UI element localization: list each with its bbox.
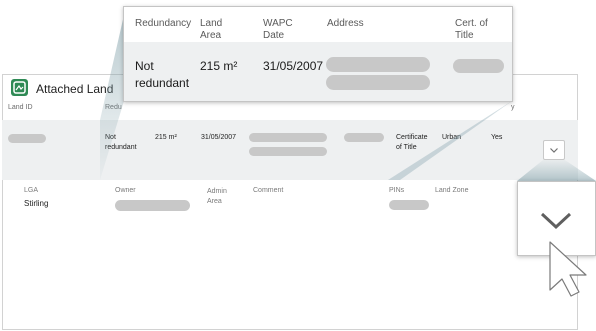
popup-header-land-area: Land Area xyxy=(200,18,222,42)
land-area-cell: 215 m² xyxy=(155,134,177,141)
certificate-line-2: of Title xyxy=(396,144,417,151)
popup-header-cert-line-2: Title xyxy=(455,30,474,41)
popup-redundancy-line-1: Not xyxy=(135,59,154,73)
popup-header-cert-line-1: Cert. of xyxy=(455,18,488,29)
zone-cell: Urban xyxy=(442,134,462,141)
address-placeholder-3 xyxy=(344,133,384,142)
panel-title: Attached Land xyxy=(36,82,114,96)
owner-placeholder xyxy=(115,200,190,211)
pins-placeholder xyxy=(389,200,429,210)
popup-header-land-area-line-1: Land xyxy=(200,18,223,29)
popup-header-land-area-line-2: Area xyxy=(200,30,222,41)
admin-area-label-line-1: Admin xyxy=(207,188,227,195)
wapc-date-cell: 31/05/2007 xyxy=(201,134,237,141)
owner-label: Owner xyxy=(115,187,136,194)
redundancy-cell: Not redundant xyxy=(105,133,137,153)
popup-redundancy-cell: Not redundant xyxy=(135,58,189,92)
admin-area-label-line-2: Area xyxy=(207,198,222,205)
lga-value: Stirling xyxy=(24,199,49,208)
popup-header-redundancy: Redundancy xyxy=(135,18,192,29)
certificate-cell: Certificate of Title xyxy=(396,133,428,153)
land-zone-label: Land Zone xyxy=(435,187,469,194)
popup-address-placeholder-1 xyxy=(326,57,430,72)
expand-row-button[interactable] xyxy=(543,140,565,160)
column-header-truncated: y xyxy=(511,104,515,111)
chevron-down-icon xyxy=(550,148,558,153)
popup-header-wapc-line-2: Date xyxy=(263,30,285,41)
redundancy-line-1: Not xyxy=(105,134,116,141)
popup-land-area-cell: 215 m² xyxy=(200,59,238,73)
flag-cell: Yes xyxy=(491,134,503,141)
lga-label: LGA xyxy=(24,187,39,194)
popup-wapc-date-cell: 31/05/2007 xyxy=(263,59,324,73)
land-id-placeholder xyxy=(8,134,46,143)
address-placeholder-2 xyxy=(249,147,327,156)
comment-label: Comment xyxy=(253,187,284,194)
pins-label: PINs xyxy=(389,187,405,194)
address-placeholder-1 xyxy=(249,133,327,142)
mouse-pointer-icon xyxy=(549,241,587,297)
column-header-land-id: Land ID xyxy=(8,104,33,111)
column-header-redundancy: Redu xyxy=(105,104,122,111)
land-icon xyxy=(11,79,28,96)
popup-header-cert-title: Cert. of Title xyxy=(455,18,488,42)
popup-header-wapc-line-1: WAPC xyxy=(263,18,293,29)
attached-land-panel xyxy=(2,74,578,330)
popup-cert-placeholder xyxy=(453,59,504,73)
popup-address-placeholder-2 xyxy=(326,75,430,90)
popup-header-address: Address xyxy=(327,18,364,29)
popup-redundancy-line-2: redundant xyxy=(135,76,190,90)
admin-area-label: Admin Area xyxy=(207,187,227,207)
redundancy-line-2: redundant xyxy=(105,144,137,151)
certificate-line-1: Certificate xyxy=(396,134,428,141)
popup-header-wapc-date: WAPC Date xyxy=(263,18,293,42)
